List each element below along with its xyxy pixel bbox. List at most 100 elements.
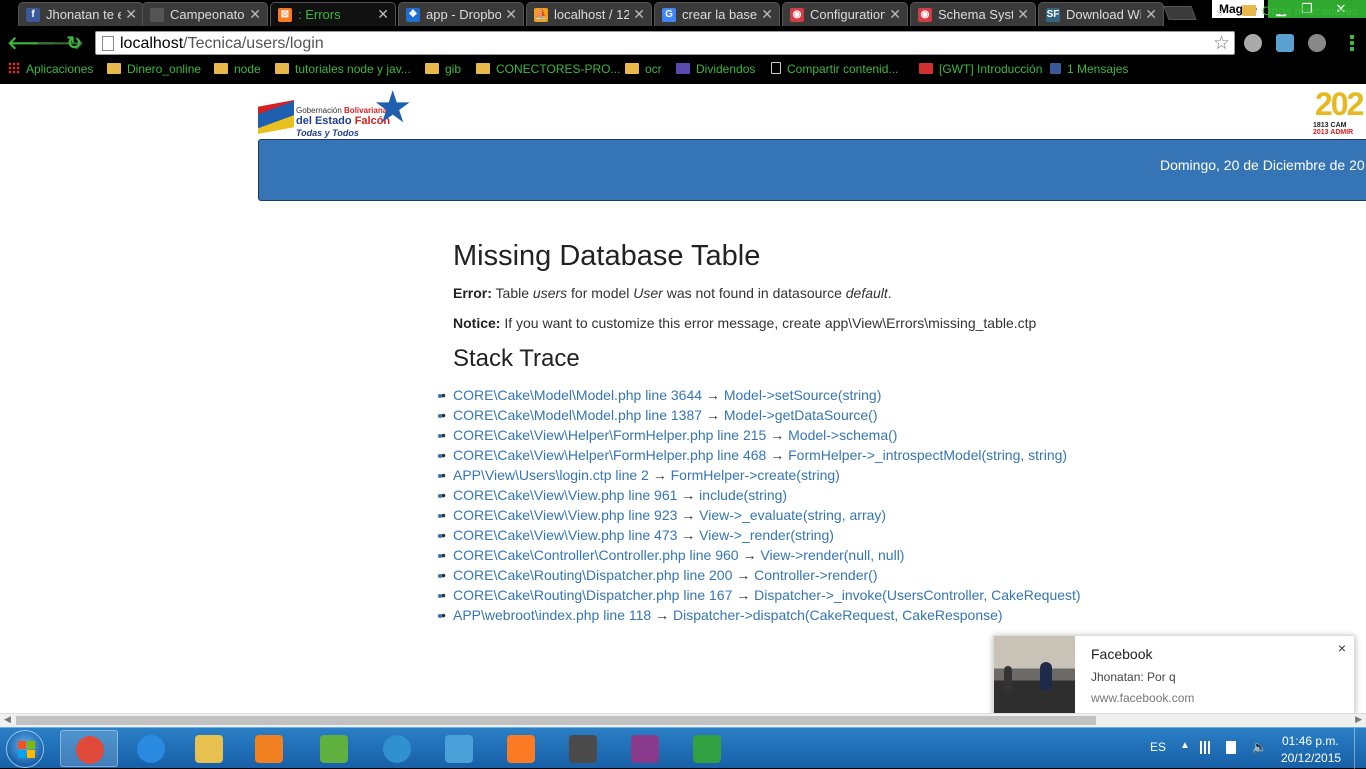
trace-file-link[interactable]: CORE\Cake\View\View.php line 473: [453, 527, 677, 543]
stack-trace-item[interactable]: CORE\Cake\Routing\Dispatcher.php line 16…: [441, 585, 1353, 605]
browser-tab[interactable]: SF Download Wi ✕: [1038, 2, 1164, 26]
browser-tab[interactable]: ❖ app - Dropbo ✕: [398, 2, 524, 26]
back-button[interactable]: 🡐: [7, 33, 55, 53]
bookmark-item[interactable]: CONECTORES-PRO...: [476, 62, 620, 80]
trace-call-link[interactable]: FormHelper->create(string): [671, 467, 840, 483]
trace-file-link[interactable]: CORE\Cake\Model\Model.php line 1387: [453, 407, 702, 423]
browser-tab[interactable]: ⛵ localhost / 12 ✕: [526, 2, 652, 26]
close-tab-icon[interactable]: ✕: [889, 6, 901, 23]
chrome-menu-button[interactable]: [1344, 34, 1360, 52]
stack-trace-item[interactable]: APP\View\Users\login.ctp line 2 → FormHe…: [441, 465, 1353, 485]
bookmark-item[interactable]: Dividendos: [676, 62, 755, 80]
stack-trace-item[interactable]: CORE\Cake\View\View.php line 473 → View-…: [441, 525, 1353, 545]
bookmark-star-icon[interactable]: ☆: [1213, 32, 1230, 55]
taskbar-app[interactable]: [122, 730, 180, 767]
taskbar-app[interactable]: [305, 730, 363, 767]
stack-trace-item[interactable]: CORE\Cake\View\Helper\FormHelper.php lin…: [441, 425, 1353, 445]
address-bar[interactable]: localhost/Tecnica/users/login ☆: [95, 31, 1235, 55]
trace-call-link[interactable]: Model->getDataSource(): [724, 407, 878, 423]
taskbar-app[interactable]: [554, 730, 612, 767]
browser-tab[interactable]: ◉ Schema Syste ✕: [910, 2, 1036, 26]
close-tab-icon[interactable]: ✕: [1145, 6, 1157, 23]
trace-call-link[interactable]: View->_render(string): [699, 527, 834, 543]
bookmark-item[interactable]: Compartir contenid...: [771, 62, 898, 80]
language-indicator[interactable]: ES: [1150, 740, 1166, 754]
bookmark-item[interactable]: ocr: [625, 62, 662, 80]
trace-file-link[interactable]: APP\View\Users\login.ctp line 2: [453, 467, 649, 483]
trace-file-link[interactable]: CORE\Cake\Model\Model.php line 3644: [453, 387, 702, 403]
trace-file-link[interactable]: CORE\Cake\Controller\Controller.php line…: [453, 547, 739, 563]
other-bookmarks-folder[interactable]: Otros marcadores: [1242, 4, 1358, 22]
stack-trace-item[interactable]: CORE\Cake\View\View.php line 923 → View-…: [441, 505, 1353, 525]
clock-time[interactable]: 01:46 p.m.: [1282, 734, 1339, 748]
scrollbar-thumb[interactable]: [16, 716, 1096, 725]
stack-trace-item[interactable]: CORE\Cake\Controller\Controller.php line…: [441, 545, 1353, 565]
reload-button[interactable]: ↻: [64, 33, 84, 53]
browser-tab[interactable]: ⊠: Errors ✕: [270, 2, 396, 26]
trace-file-link[interactable]: CORE\Cake\View\Helper\FormHelper.php lin…: [453, 427, 766, 443]
taskbar-app[interactable]: [368, 730, 426, 767]
trace-file-link[interactable]: CORE\Cake\Routing\Dispatcher.php line 20…: [453, 567, 732, 583]
trace-call-link[interactable]: Dispatcher->dispatch(CakeRequest, CakeRe…: [673, 607, 1003, 623]
facebook-notification[interactable]: Facebook Jhonatan: Por q www.facebook.co…: [993, 635, 1355, 717]
taskbar-app[interactable]: [492, 730, 550, 767]
trace-call-link[interactable]: Model->setSource(string): [724, 387, 882, 403]
bookmark-item[interactable]: node: [214, 62, 261, 80]
trace-call-link[interactable]: Model->schema(): [788, 427, 897, 443]
trace-file-link[interactable]: APP\webroot\index.php line 118: [453, 607, 651, 623]
browser-tab[interactable]: ◉ Configuration ✕: [782, 2, 908, 26]
trace-call-link[interactable]: Dispatcher->_invoke(UsersController, Cak…: [754, 587, 1080, 603]
close-icon[interactable]: ×: [1338, 640, 1346, 656]
scroll-left-icon[interactable]: ◀: [4, 714, 11, 725]
taskbar-app[interactable]: [430, 730, 488, 767]
bookmark-item[interactable]: gib: [425, 62, 461, 80]
show-hidden-icons-icon[interactable]: ▲: [1180, 740, 1190, 751]
close-tab-icon[interactable]: ✕: [249, 6, 261, 23]
trace-call-link[interactable]: View->_evaluate(string, array): [699, 507, 886, 523]
taskbar-app[interactable]: [180, 730, 238, 767]
gobernacion-falcon-logo[interactable]: Gobernación Bolivariana del Estado Falcó…: [258, 86, 418, 138]
taskbar-app[interactable]: [60, 730, 118, 767]
browser-tab[interactable]: Campeonatos ✕: [142, 2, 268, 26]
close-tab-icon[interactable]: ✕: [761, 6, 773, 23]
extension-icon[interactable]: [1244, 34, 1262, 52]
stack-trace-item[interactable]: CORE\Cake\Routing\Dispatcher.php line 20…: [441, 565, 1353, 585]
show-desktop-button[interactable]: [1354, 728, 1366, 769]
stack-trace-item[interactable]: CORE\Cake\Model\Model.php line 1387 → Mo…: [441, 405, 1353, 425]
scroll-right-icon[interactable]: ▶: [1355, 714, 1362, 725]
bookmark-item[interactable]: Aplicaciones: [8, 62, 93, 80]
trace-call-link[interactable]: View->render(null, null): [760, 547, 904, 563]
new-tab-button[interactable]: [1163, 6, 1197, 20]
trace-file-link[interactable]: CORE\Cake\View\View.php line 923: [453, 507, 677, 523]
volume-icon[interactable]: 🔈: [1252, 741, 1267, 754]
forward-button[interactable]: 🡒: [36, 33, 84, 53]
close-tab-icon[interactable]: ✕: [1017, 6, 1029, 23]
trace-file-link[interactable]: CORE\Cake\Routing\Dispatcher.php line 16…: [453, 587, 732, 603]
close-tab-icon[interactable]: ✕: [125, 6, 137, 23]
trace-call-link[interactable]: include(string): [699, 487, 787, 503]
trace-file-link[interactable]: CORE\Cake\View\View.php line 961: [453, 487, 677, 503]
stack-trace-item[interactable]: APP\webroot\index.php line 118 → Dispatc…: [441, 605, 1353, 625]
extension-icon[interactable]: [1276, 34, 1294, 52]
trace-file-link[interactable]: CORE\Cake\View\Helper\FormHelper.php lin…: [453, 447, 766, 463]
bookmark-item[interactable]: [GWT] Introducción: [919, 62, 1042, 80]
close-tab-icon[interactable]: ✕: [505, 6, 517, 23]
browser-tab[interactable]: Gcrear la base c ✕: [654, 2, 780, 26]
taskbar-app[interactable]: [240, 730, 298, 767]
action-center-icon[interactable]: [1226, 741, 1236, 754]
close-tab-icon[interactable]: ✕: [377, 6, 389, 23]
trace-call-link[interactable]: FormHelper->_introspectModel(string, str…: [788, 447, 1067, 463]
browser-tab[interactable]: f Jhonatan te e ✕: [18, 2, 144, 26]
stack-trace-item[interactable]: CORE\Cake\Model\Model.php line 3644 → Mo…: [441, 385, 1353, 405]
bookmark-item[interactable]: 1 Mensajes: [1050, 62, 1128, 80]
bookmark-item[interactable]: tutoriales node y jav...: [275, 62, 411, 80]
stack-trace-item[interactable]: CORE\Cake\View\View.php line 961 → inclu…: [441, 485, 1353, 505]
trace-call-link[interactable]: Controller->render(): [754, 567, 877, 583]
clock-date[interactable]: 20/12/2015: [1281, 751, 1341, 765]
taskbar-app[interactable]: [616, 730, 674, 767]
close-tab-icon[interactable]: ✕: [633, 6, 645, 23]
bookmark-item[interactable]: Dinero_online: [107, 62, 201, 80]
taskbar-app[interactable]: [678, 730, 736, 767]
network-icon[interactable]: [1200, 741, 1214, 754]
extension-icon[interactable]: [1308, 34, 1326, 52]
